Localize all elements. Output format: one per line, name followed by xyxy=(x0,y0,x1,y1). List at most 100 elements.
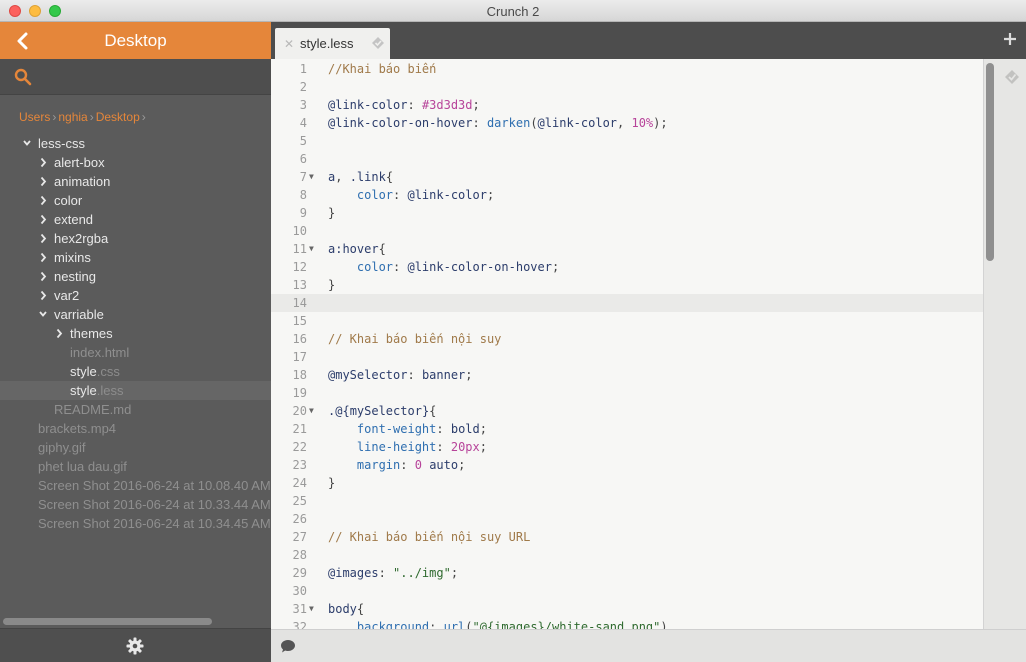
file-tree-item[interactable]: mixins xyxy=(0,248,271,267)
code-line[interactable]: 5 xyxy=(271,132,983,150)
file-name: README xyxy=(54,402,110,417)
breadcrumb-item[interactable]: nghia xyxy=(58,110,87,124)
code-line[interactable]: 27 // Khai báo biến nội suy URL xyxy=(271,528,983,546)
code-line[interactable]: 11 ▼ a:hover{ xyxy=(271,240,983,258)
plus-icon[interactable] xyxy=(1002,31,1018,47)
breadcrumb-item[interactable]: Desktop xyxy=(96,110,140,124)
file-tree-item[interactable]: nesting xyxy=(0,267,271,286)
speech-bubble-icon[interactable] xyxy=(280,639,296,654)
code-line[interactable]: 32 background: url("@{images}/white-sand… xyxy=(271,618,983,629)
code-line[interactable]: 10 xyxy=(271,222,983,240)
chevron-right-icon[interactable] xyxy=(38,267,48,286)
code-line[interactable]: 14 xyxy=(271,294,983,312)
file-name: animation xyxy=(54,174,111,189)
chevron-right-icon[interactable] xyxy=(38,191,48,210)
file-tree-item[interactable]: brackets.mp4 xyxy=(0,419,271,438)
fold-toggle-icon[interactable]: ▼ xyxy=(309,168,314,186)
file-tree-item[interactable]: Screen Shot 2016-06-24 at 10.33.44 AM xyxy=(0,495,271,514)
chevron-right-icon[interactable] xyxy=(38,229,48,248)
close-tab-icon[interactable]: ✕ xyxy=(284,37,294,51)
fold-toggle-icon[interactable]: ▼ xyxy=(309,600,314,618)
code-line[interactable]: 4 @link-color-on-hover: darken(@link-colo… xyxy=(271,114,983,132)
file-tree-item[interactable]: giphy.gif xyxy=(0,438,271,457)
file-tree-item[interactable]: style.less xyxy=(0,381,271,400)
code-line[interactable]: 9} xyxy=(271,204,983,222)
line-number: 20 xyxy=(292,404,307,418)
code-text: } xyxy=(328,474,335,492)
tab-style-less[interactable]: ✕ style.less xyxy=(275,28,390,59)
file-tree-item[interactable]: var2 xyxy=(0,286,271,305)
chevron-right-icon[interactable] xyxy=(38,286,48,305)
code-line[interactable]: 12 color: @link-color-on-hover; xyxy=(271,258,983,276)
code-line[interactable]: 17 xyxy=(271,348,983,366)
code-line[interactable]: 23 margin: 0 auto; xyxy=(271,456,983,474)
file-tree-item[interactable]: extend xyxy=(0,210,271,229)
code-token: "@{images}/white-sand.png" xyxy=(472,620,661,629)
code-line[interactable]: 22 line-height: 20px; xyxy=(271,438,983,456)
code-editor[interactable]: 1//Khai báo biến 2 3 @link-color: #3d3d3d; 4… xyxy=(271,59,983,629)
file-tree-item[interactable]: index.html xyxy=(0,343,271,362)
code-line[interactable]: 31 ▼ body{ xyxy=(271,600,983,618)
file-tree-item[interactable]: less-css xyxy=(0,134,271,153)
file-tree-item[interactable]: varriable xyxy=(0,305,271,324)
code-line[interactable]: 1 //Khai báo biến xyxy=(271,60,983,78)
code-text: a, .link{ xyxy=(328,168,393,186)
file-tree-item[interactable]: animation xyxy=(0,172,271,191)
code-line[interactable]: 15 xyxy=(271,312,983,330)
breadcrumb-item[interactable]: Users xyxy=(19,110,50,124)
code-token: ; xyxy=(450,566,459,580)
file-extension: .mp4 xyxy=(87,421,117,436)
gear-icon[interactable] xyxy=(126,637,144,655)
fold-toggle-icon[interactable]: ▼ xyxy=(309,402,314,420)
code-line[interactable]: 3 @link-color: #3d3d3d; xyxy=(271,96,983,114)
file-tree-item[interactable]: hex2rgba xyxy=(0,229,271,248)
chevron-right-icon[interactable] xyxy=(38,172,48,191)
file-tree-item[interactable]: phet lua dau.gif xyxy=(0,457,271,476)
code-token: color xyxy=(356,260,394,274)
sidebar-search-bar[interactable] xyxy=(0,59,271,95)
code-line[interactable]: 18 @mySelector: banner; xyxy=(271,366,983,384)
code-token: .link xyxy=(349,170,386,184)
chevron-down-icon[interactable] xyxy=(22,134,32,153)
chevron-right-icon[interactable] xyxy=(54,324,64,343)
chevron-down-icon[interactable] xyxy=(38,305,48,324)
code-line[interactable]: 24} xyxy=(271,474,983,492)
code-line[interactable]: 28 xyxy=(271,546,983,564)
line-number: 11 xyxy=(292,242,307,256)
file-tree-item[interactable]: alert-box xyxy=(0,153,271,172)
code-line[interactable]: 7 ▼ a, .link{ xyxy=(271,168,983,186)
file-tree-item[interactable]: style.css xyxy=(0,362,271,381)
code-line[interactable]: 29 @images: "../img"; xyxy=(271,564,983,582)
code-text: //Khai báo biến xyxy=(328,60,436,78)
chevron-right-icon[interactable] xyxy=(38,248,48,267)
sidebar-horizontal-scrollbar[interactable] xyxy=(3,618,212,625)
line-number: 17 xyxy=(292,350,307,364)
search-icon[interactable] xyxy=(14,68,32,86)
code-line[interactable]: 19 xyxy=(271,384,983,402)
chevron-right-icon[interactable] xyxy=(38,210,48,229)
code-line[interactable]: 25 xyxy=(271,492,983,510)
code-line[interactable]: 16 // Khai báo biến nội suy xyxy=(271,330,983,348)
line-number: 15 xyxy=(292,314,307,328)
code-line[interactable]: 30 xyxy=(271,582,983,600)
fold-toggle-icon[interactable]: ▼ xyxy=(309,240,314,258)
file-tree-item[interactable]: Screen Shot 2016-06-24 at 10.34.45 AM xyxy=(0,514,271,533)
file-tree-item[interactable]: Screen Shot 2016-06-24 at 10.08.40 AM xyxy=(0,476,271,495)
file-tree-item[interactable]: themes xyxy=(0,324,271,343)
code-line[interactable]: 20 ▼ .@{mySelector}{ xyxy=(271,402,983,420)
editor-vertical-scrollbar[interactable] xyxy=(986,63,994,261)
code-line[interactable]: 26 xyxy=(271,510,983,528)
code-token: ; xyxy=(479,440,487,454)
file-tree-item[interactable]: README.md xyxy=(0,400,271,419)
code-token: } xyxy=(328,476,336,490)
code-token: ; xyxy=(486,188,495,202)
file-name: Screen Shot 2016-06-24 at 10.08.40 AM xyxy=(38,478,271,493)
crunch-diamond-icon[interactable] xyxy=(1004,69,1020,85)
code-line[interactable]: 8 color: @link-color; xyxy=(271,186,983,204)
chevron-right-icon[interactable] xyxy=(38,153,48,172)
code-line[interactable]: 2 xyxy=(271,78,983,96)
file-tree-item[interactable]: color xyxy=(0,191,271,210)
code-line[interactable]: 13} xyxy=(271,276,983,294)
code-line[interactable]: 6 xyxy=(271,150,983,168)
code-line[interactable]: 21 font-weight: bold; xyxy=(271,420,983,438)
